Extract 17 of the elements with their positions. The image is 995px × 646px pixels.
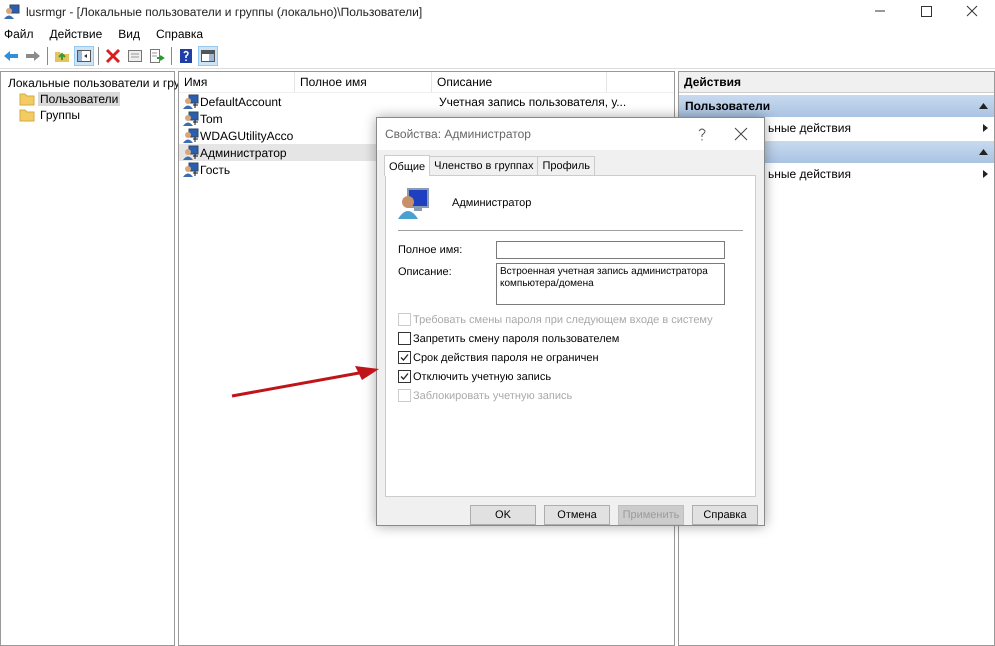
checkbox-label: Требовать смены пароля при следующем входе в систему bbox=[413, 314, 713, 326]
actions-title: Действия bbox=[679, 72, 994, 93]
field-label: Полное имя: bbox=[398, 243, 464, 256]
user-name: Tom bbox=[200, 112, 223, 126]
user-name: WDAGUtilityAcco bbox=[200, 128, 294, 142]
checkbox-label: Запретить смену пароля пользователем bbox=[413, 332, 620, 344]
checkbox-label: Заблокировать учетную запись bbox=[413, 390, 572, 402]
user-name: DefaultAccount bbox=[200, 94, 282, 108]
checkbox-label: Срок действия пароля не ограничен bbox=[413, 352, 599, 364]
window-title: lusrmgr - [Локальные пользователи и группы (локально)\Пользователи] bbox=[26, 5, 424, 19]
user-name: Администратор bbox=[452, 197, 532, 209]
user-description: Учетная запись пользователя, у... bbox=[439, 94, 626, 108]
field-label: Описание: bbox=[398, 265, 453, 278]
user-name: Гость bbox=[200, 162, 230, 176]
dialog-title: Свойства: Администратор bbox=[385, 127, 531, 141]
user-name: Администратор bbox=[200, 146, 287, 160]
checkbox-label: Отключить учетную запись bbox=[413, 370, 552, 382]
